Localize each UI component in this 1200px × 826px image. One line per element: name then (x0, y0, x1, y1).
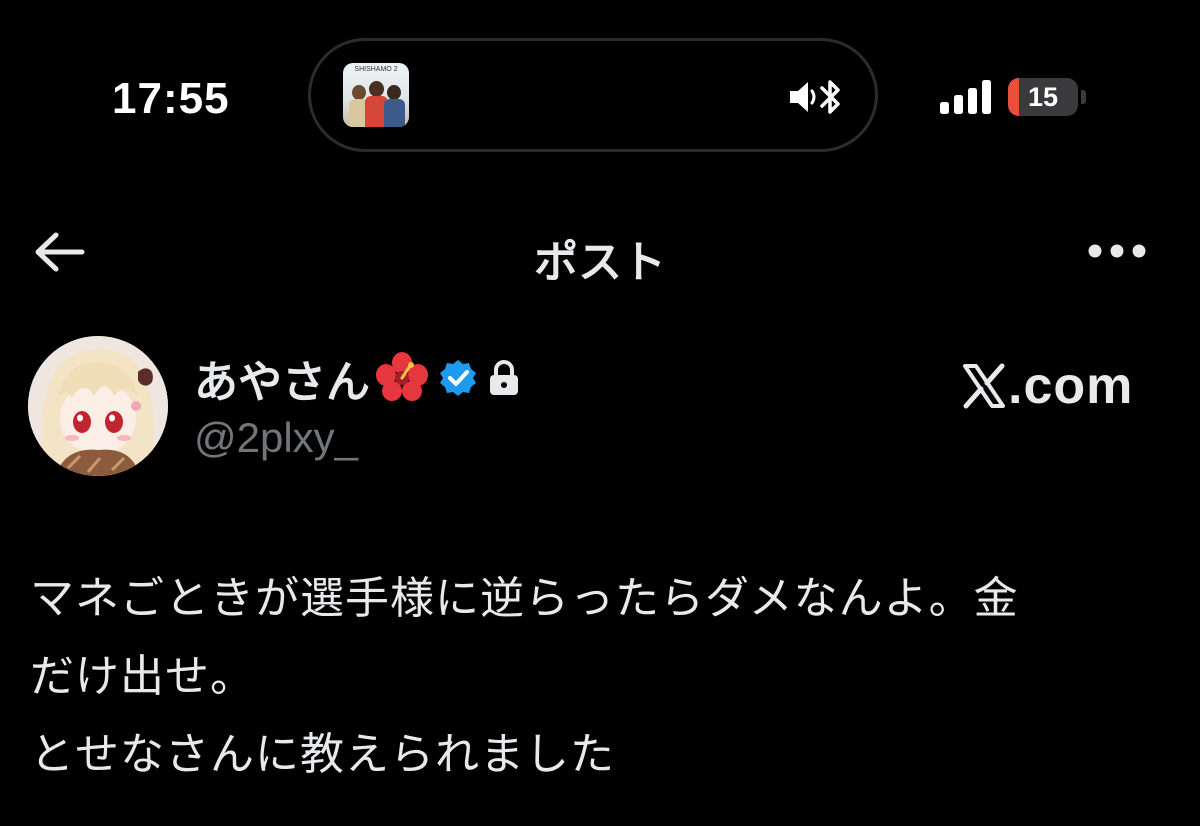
page-title: ポスト (534, 238, 666, 287)
album-art[interactable]: SHISHAMO 2 (343, 63, 409, 127)
hibiscus-icon (376, 352, 428, 401)
more-icon[interactable] (1086, 238, 1148, 264)
cellular-signal-icon (940, 80, 991, 114)
avatar-image (28, 336, 168, 476)
author-handle[interactable]: @2plxy_ (194, 414, 358, 462)
lock-icon (490, 360, 518, 395)
watermark-text: .com (1008, 357, 1134, 415)
status-time: 17:55 (112, 74, 230, 123)
post-text-line: だけ出せ。 (30, 651, 255, 702)
speaker-icon (790, 82, 816, 112)
post-text: マネごときが選手様に逆らったらダメなんよ。金 だけ出せ。 とせなさんに教えられま… (30, 560, 1170, 794)
bluetooth-icon (820, 80, 840, 114)
avatar[interactable] (28, 336, 168, 476)
post-text-line: とせなさんに教えられました (30, 729, 615, 780)
x-com-watermark: .com (962, 356, 1133, 416)
author-name-row[interactable]: あやさん (194, 350, 520, 407)
author-display-name[interactable]: あやさん (194, 346, 370, 410)
battery-cap (1081, 90, 1086, 104)
album-art-title: SHISHAMO 2 (354, 66, 398, 73)
dynamic-island-now-playing[interactable]: SHISHAMO 2 (308, 38, 878, 152)
battery-indicator: 15 (1008, 78, 1078, 116)
verified-badge-icon[interactable] (438, 358, 478, 398)
post-text-line: マネごときが選手様に逆らったらダメなんよ。金 (30, 573, 1019, 624)
x-logo-icon (963, 363, 1005, 409)
battery-level: 15 (1027, 82, 1059, 112)
